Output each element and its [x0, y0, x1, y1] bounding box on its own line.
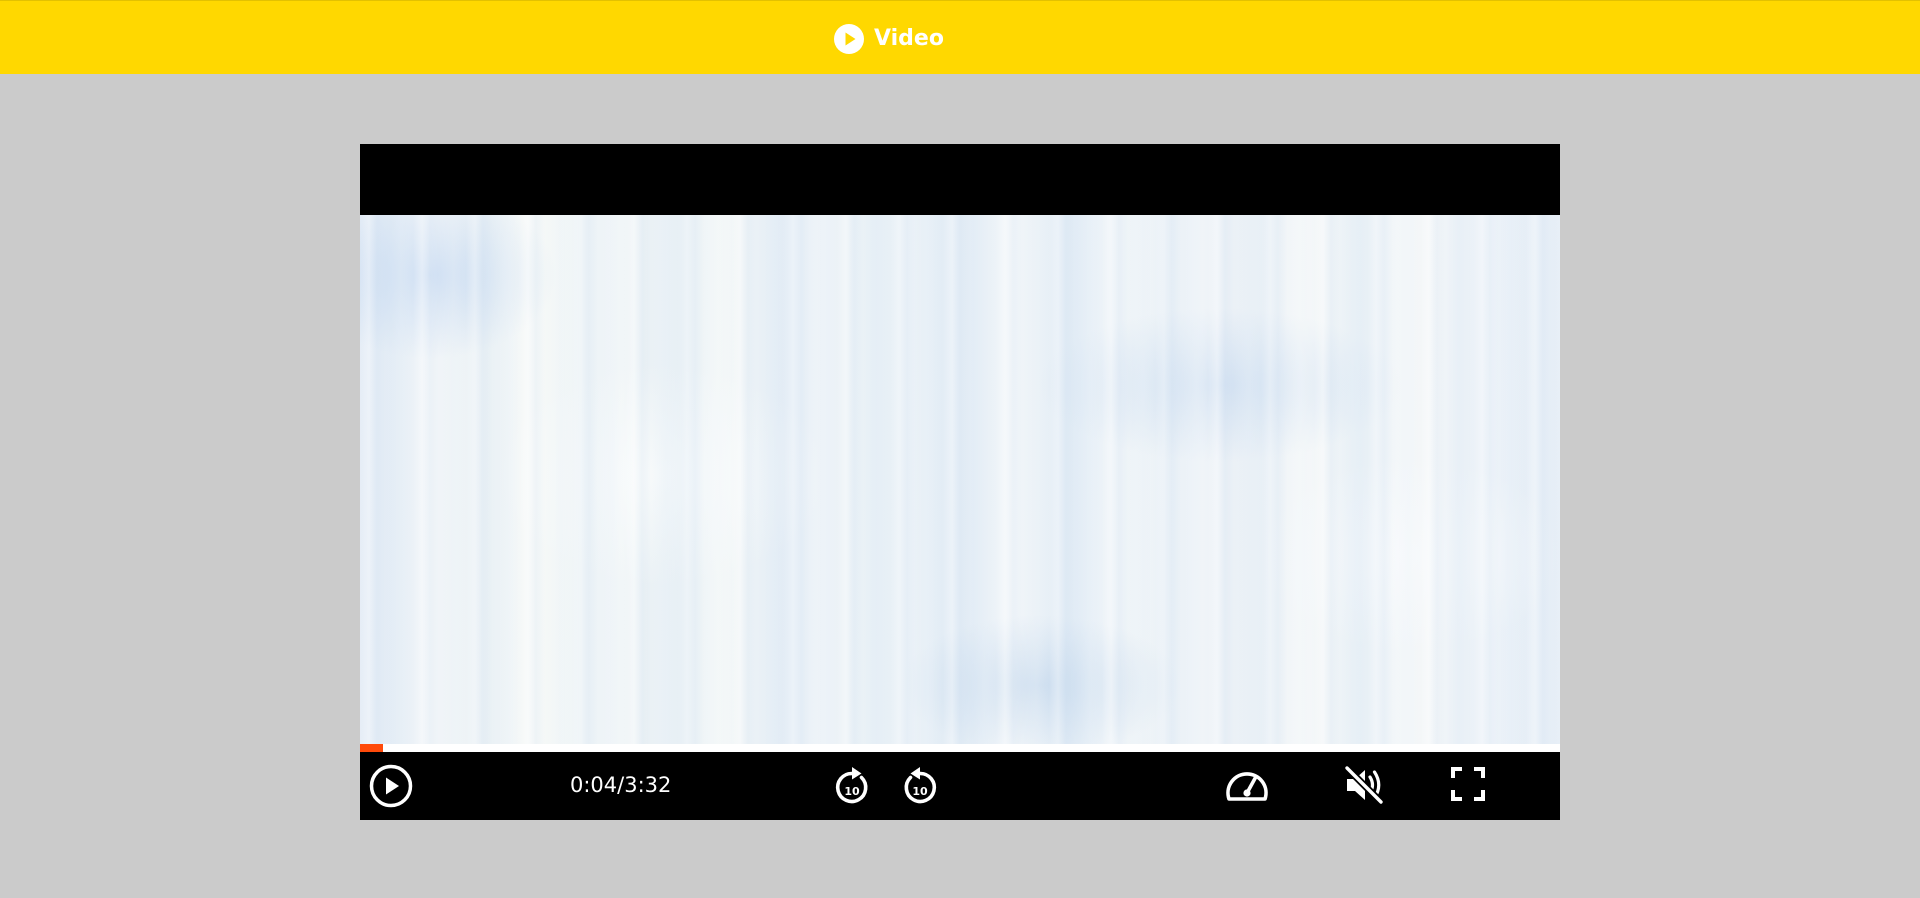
- header-title-group: Video: [834, 24, 944, 54]
- page-title: Video: [874, 26, 944, 51]
- time-display: 0:04/3:32: [570, 772, 671, 798]
- forward-10-icon: 10: [831, 763, 873, 807]
- rewind-10-button[interactable]: 10: [898, 762, 942, 808]
- mute-button[interactable]: [1340, 762, 1388, 808]
- speedometer-icon: [1224, 764, 1270, 806]
- speed-button[interactable]: [1223, 763, 1271, 807]
- play-button[interactable]: [368, 763, 414, 809]
- svg-text:10: 10: [844, 785, 860, 798]
- rewind-10-icon: 10: [899, 763, 941, 807]
- control-bar: 0:04/3:32 10 10: [360, 752, 1560, 820]
- forward-10-button[interactable]: 10: [830, 762, 874, 808]
- current-time: 0:04: [570, 773, 618, 797]
- svg-text:10: 10: [912, 785, 928, 798]
- progress-fill: [360, 744, 383, 752]
- play-circle-icon: [834, 24, 864, 54]
- fullscreen-icon: [1450, 766, 1486, 802]
- progress-bar[interactable]: [360, 744, 1560, 752]
- play-circle-icon: [369, 764, 413, 808]
- total-duration: 3:32: [624, 773, 672, 797]
- fullscreen-button[interactable]: [1448, 764, 1488, 804]
- header-bar: Video: [0, 0, 1920, 74]
- volume-muted-icon: [1341, 763, 1387, 807]
- video-frame[interactable]: [360, 215, 1560, 744]
- video-player[interactable]: 0:04/3:32 10 10: [360, 144, 1560, 820]
